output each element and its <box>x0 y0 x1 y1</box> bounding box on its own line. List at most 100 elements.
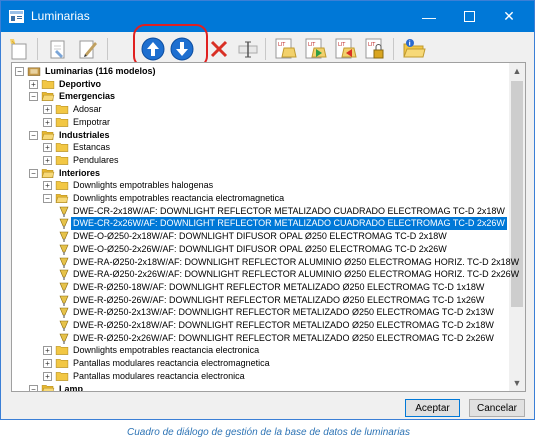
luminaire-file-button[interactable]: LIT <box>273 35 299 63</box>
tree-item-label: Industriales <box>59 129 110 140</box>
info-folder-icon: i <box>403 39 426 58</box>
toolbar-separator <box>37 38 38 60</box>
tree-item-label: Deportivo <box>59 78 102 89</box>
toolbar-separator <box>393 38 394 60</box>
tree-item-folder[interactable]: + Downlights empotrables reactancia elect… <box>12 344 507 357</box>
cancel-button[interactable]: Cancelar <box>469 399 525 417</box>
tree-item-label: DWE-O-Ø250-2x18W/AF: DOWNLIGHT DIFUSOR O… <box>73 231 447 242</box>
tree-item-label: Interiores <box>59 167 101 178</box>
figure-caption: Cuadro de diálogo de gestión de la base … <box>127 427 410 438</box>
edit-document-button[interactable] <box>46 35 72 63</box>
expand-icon[interactable]: + <box>43 117 52 127</box>
luminaire-lock-button[interactable]: LIT <box>363 35 389 63</box>
luminaires-tree[interactable]: ▲ ▼ − Luminarias (116 modelos) + Deportivo −… <box>11 62 526 392</box>
tree-item-folder[interactable]: + Pendulares <box>12 154 507 167</box>
minimize-button[interactable]: — <box>409 1 449 32</box>
tree-item-folder[interactable]: + Empotrar <box>12 116 507 129</box>
maximize-button[interactable] <box>449 1 489 32</box>
delete-icon <box>210 40 228 58</box>
svg-text:LIT: LIT <box>308 42 316 48</box>
luminaire-icon <box>59 333 69 344</box>
tree-item-folder[interactable]: + Downlights empotrables halogenas <box>12 179 507 192</box>
text-cursor-icon <box>238 41 258 58</box>
collapse-icon[interactable]: − <box>29 384 38 391</box>
tree-item-folder[interactable]: − Lamp <box>12 383 507 392</box>
luminaire-icon <box>59 231 69 243</box>
tree-item-label: DWE-RA-Ø250-2x18W/AF: DOWNLIGHT REFLECTO… <box>73 256 520 267</box>
open-folder-icon <box>41 384 55 391</box>
accept-button[interactable]: Aceptar <box>405 399 460 417</box>
tree-item-luminaire[interactable]: DWE-R-Ø250-2x13W/AF: DOWNLIGHT REFLECTOR… <box>12 306 507 319</box>
svg-text:LIT: LIT <box>278 42 286 48</box>
luminaire-icon <box>59 269 69 281</box>
tree-item-folder[interactable]: + Pantallas modulares reactancia electron… <box>12 370 507 383</box>
tree-item-label: Downlights empotrables reactancia electr… <box>73 193 285 203</box>
tree-item-label: DWE-R-Ø250-18W/AF: DOWNLIGHT REFLECTOR M… <box>73 281 485 292</box>
tree-item-label: DWE-O-Ø250-2x26W/AF: DOWNLIGHT DIFUSOR O… <box>73 243 447 254</box>
luminaire-export-button[interactable]: LIT <box>333 35 359 63</box>
collapse-icon[interactable]: − <box>29 130 38 140</box>
tree-item-folder[interactable]: + Pantallas modulares reactancia electrom… <box>12 357 507 370</box>
tree-item-label: DWE-RA-Ø250-2x26W/AF: DOWNLIGHT REFLECTO… <box>73 269 520 280</box>
tree-item-folder[interactable]: − Luminarias (116 modelos) <box>12 65 507 78</box>
expand-icon[interactable]: + <box>29 79 38 89</box>
title-bar[interactable]: Luminarias — ✕ <box>1 1 534 32</box>
expand-icon[interactable]: + <box>43 346 52 356</box>
folder-icon <box>55 346 69 356</box>
tree-item-luminaire[interactable]: DWE-R-Ø250-2x18W/AF: DOWNLIGHT REFLECTOR… <box>12 319 507 332</box>
folder-icon <box>55 359 69 368</box>
database-folder-icon <box>27 67 41 76</box>
tree-item-luminaire[interactable]: DWE-R-Ø250-2x26W/AF: DOWNLIGHT REFLECTOR… <box>12 332 507 345</box>
rename-button[interactable] <box>235 35 261 63</box>
tree-item-folder[interactable]: − Emergencias <box>12 90 507 103</box>
tree-item-luminaire[interactable]: DWE-CR-2x26W/AF: DOWNLIGHT REFLECTOR MET… <box>12 216 508 232</box>
tree-item-label: DWE-R-Ø250-2x18W/AF: DOWNLIGHT REFLECTOR… <box>73 320 494 330</box>
tree-item-folder[interactable]: + Estancas <box>12 141 507 154</box>
folder-icon <box>55 105 69 114</box>
delete-button[interactable] <box>206 35 232 63</box>
luminaire-icon <box>59 295 69 306</box>
svg-text:LIT: LIT <box>338 42 346 48</box>
tree-item-luminaire[interactable]: DWE-O-Ø250-2x26W/AF: DOWNLIGHT DIFUSOR O… <box>12 243 507 256</box>
tree-item-label: Lamp <box>59 383 84 392</box>
tree-item-folder[interactable]: − Industriales <box>12 129 507 142</box>
new-button[interactable] <box>7 35 33 63</box>
collapse-icon[interactable]: − <box>29 168 38 178</box>
expand-icon[interactable]: + <box>43 359 52 369</box>
expand-icon[interactable]: + <box>43 155 52 165</box>
expand-icon[interactable]: + <box>43 105 52 115</box>
edit-pencil-button[interactable] <box>75 35 101 63</box>
info-folder-button[interactable]: i <box>401 35 427 63</box>
luminaire-icon <box>59 219 69 230</box>
tree-item-luminaire[interactable]: DWE-RA-Ø250-2x26W/AF: DOWNLIGHT REFLECTO… <box>12 268 519 281</box>
scroll-up-arrow-icon[interactable]: ▲ <box>509 63 525 79</box>
vertical-scrollbar[interactable]: ▲ ▼ <box>509 63 525 391</box>
luminaire-icon <box>59 257 69 268</box>
luminaire-import-button[interactable]: LIT <box>303 35 329 63</box>
luminaire-icon <box>59 244 69 255</box>
tree-item-folder[interactable]: − Interiores <box>12 167 507 180</box>
luminaire-icon <box>59 320 69 331</box>
tree-item-luminaire[interactable]: DWE-CR-2x18W/AF: DOWNLIGHT REFLECTOR MET… <box>12 205 507 218</box>
tree-item-luminaire[interactable]: DWE-R-Ø250-26W/AF: DOWNLIGHT REFLECTOR M… <box>12 294 507 307</box>
svg-text:i: i <box>409 41 411 48</box>
expand-icon[interactable]: + <box>43 143 52 153</box>
tree-item-folder[interactable]: + Deportivo <box>12 78 507 91</box>
collapse-icon[interactable]: − <box>15 67 24 76</box>
collapse-icon[interactable]: − <box>43 194 52 203</box>
tree-item-luminaire[interactable]: DWE-O-Ø250-2x18W/AF: DOWNLIGHT DIFUSOR O… <box>12 230 507 243</box>
tree-item-luminaire[interactable]: DWE-RA-Ø250-2x18W/AF: DOWNLIGHT REFLECTO… <box>12 256 519 269</box>
collapse-icon[interactable]: − <box>29 92 38 102</box>
tree-item-folder[interactable]: − Downlights empotrables reactancia elect… <box>12 192 507 205</box>
tree-item-label: DWE-R-Ø250-2x13W/AF: DOWNLIGHT REFLECTOR… <box>73 307 494 318</box>
tree-item-luminaire[interactable]: DWE-R-Ø250-18W/AF: DOWNLIGHT REFLECTOR M… <box>12 281 507 294</box>
scroll-down-arrow-icon[interactable]: ▼ <box>509 375 525 391</box>
close-button[interactable]: ✕ <box>489 1 529 32</box>
tree-item-folder[interactable]: + Adosar <box>12 103 507 116</box>
maximize-icon <box>463 11 475 22</box>
tree-item-label: Pendulares <box>73 154 119 165</box>
folder-icon <box>55 371 69 381</box>
tree-item-label: Luminarias (116 modelos) <box>45 66 156 76</box>
expand-icon[interactable]: + <box>43 371 52 381</box>
expand-icon[interactable]: + <box>43 181 52 191</box>
